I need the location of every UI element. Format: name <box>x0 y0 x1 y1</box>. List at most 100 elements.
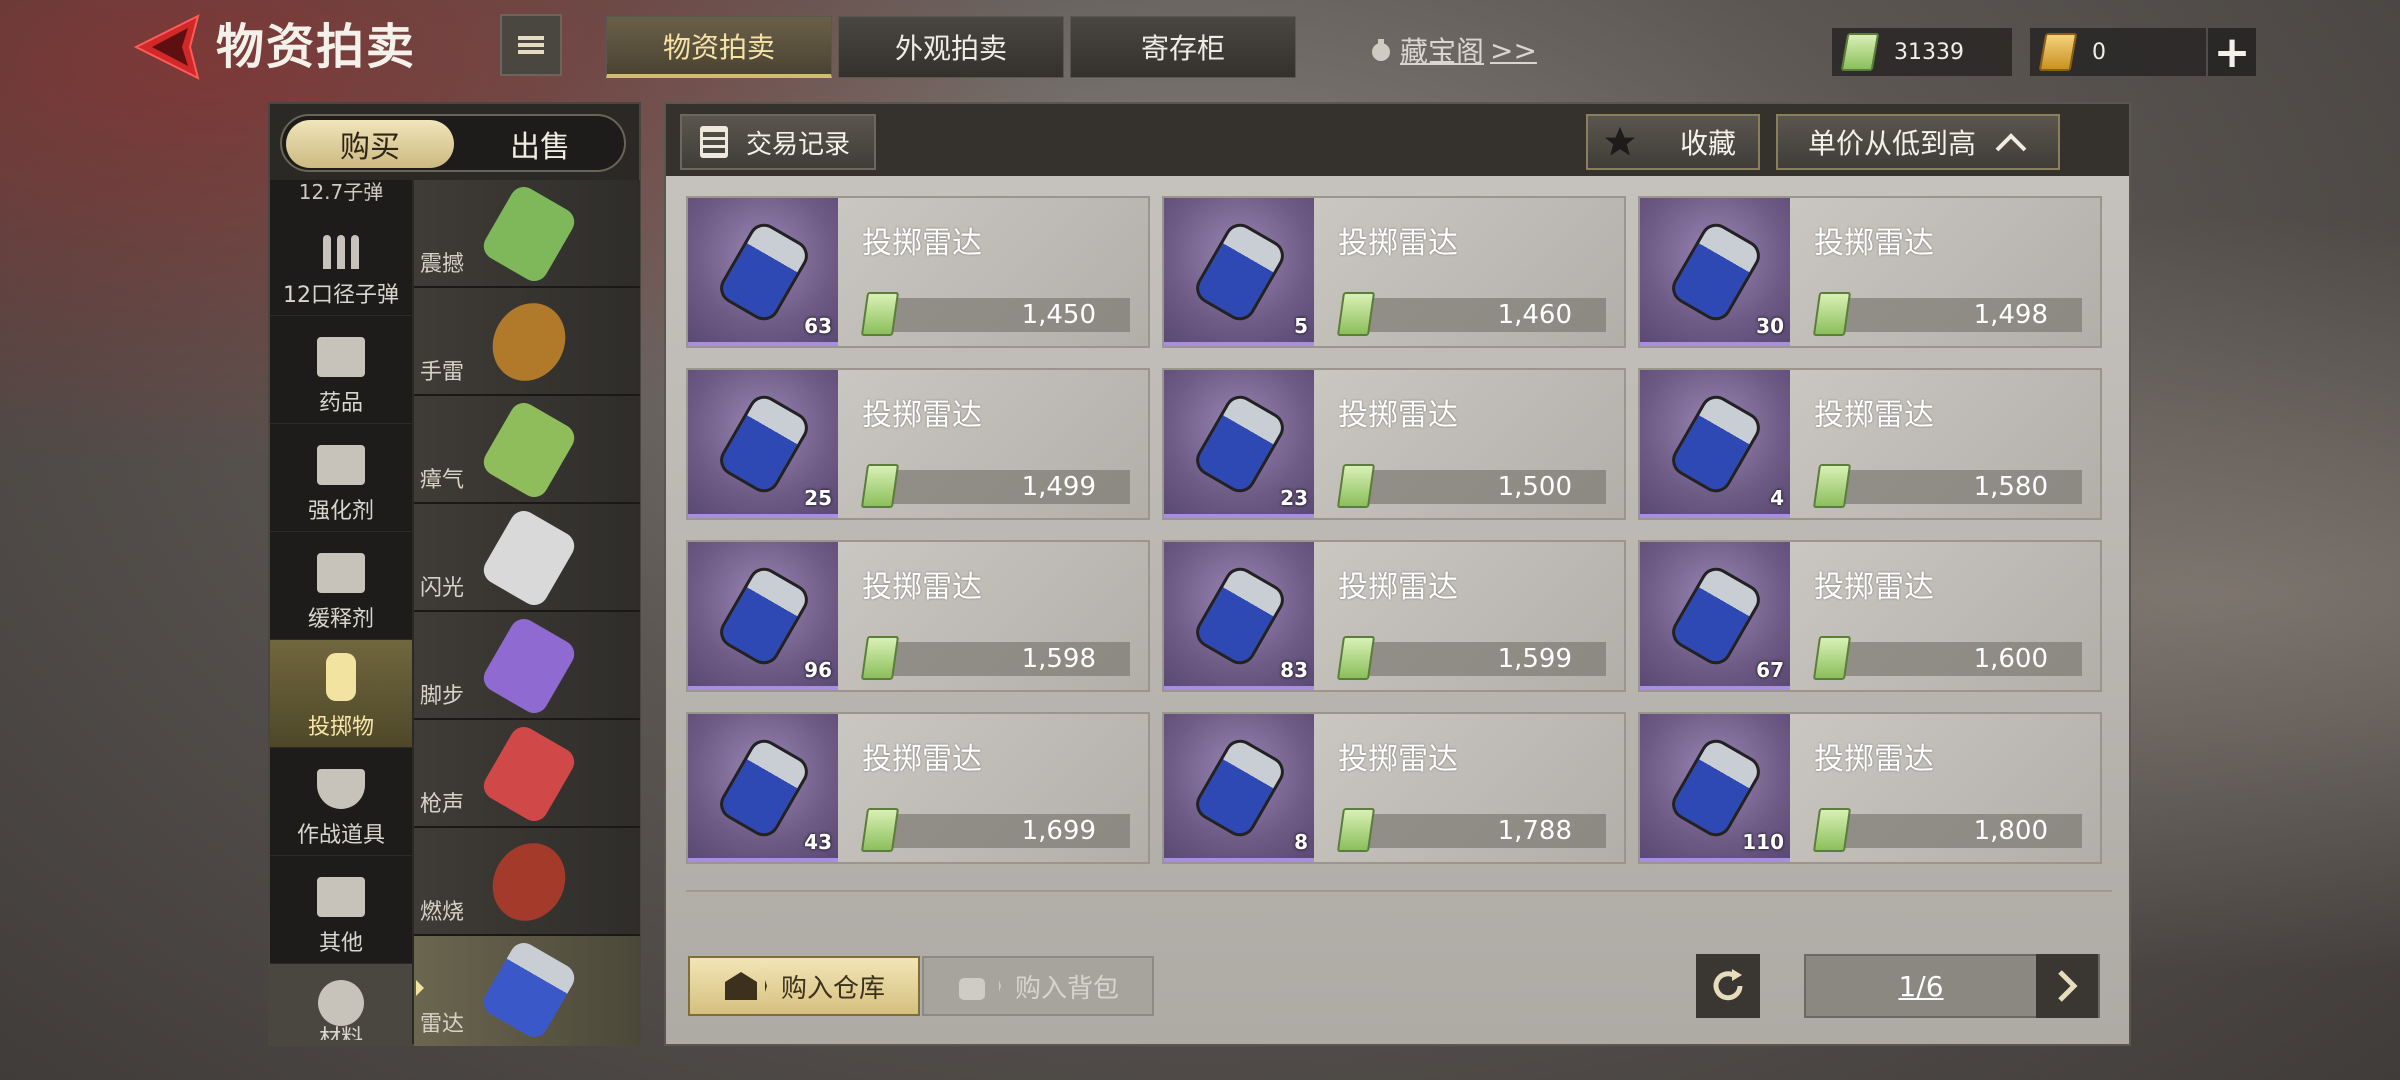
plus-icon: + <box>2213 26 2251 78</box>
double-chevron-icon: >> <box>1490 33 1537 67</box>
radar-grenade-icon <box>714 733 814 843</box>
favorite-button[interactable]: 收藏 <box>1586 114 1760 170</box>
buy-tab[interactable]: 购买 <box>286 120 454 168</box>
radar-grenade-icon <box>714 389 814 499</box>
listing-card[interactable]: 8 投掷雷达 1,788 <box>1162 712 1626 864</box>
item-quantity: 67 <box>1756 658 1784 682</box>
gear-icon <box>318 980 364 1026</box>
subcategory-radar[interactable]: 雷达 <box>414 936 640 1046</box>
listing-card[interactable]: 96 投掷雷达 1,598 <box>686 540 1150 692</box>
item-thumbnail: 63 <box>688 198 838 346</box>
category-materials[interactable]: 材料 <box>270 964 412 1046</box>
subcategory-gunshot[interactable]: 枪声 <box>414 720 640 828</box>
item-quantity: 23 <box>1280 486 1308 510</box>
item-price: 1,599 <box>1497 644 1572 674</box>
category-booster[interactable]: 强化剂 <box>270 424 412 532</box>
radar-grenade-icon <box>1190 561 1290 671</box>
subcategory-label: 震撼 <box>420 252 465 277</box>
item-name: 投掷雷达 <box>862 742 982 777</box>
item-name: 投掷雷达 <box>1338 570 1458 605</box>
item-quantity: 43 <box>804 830 832 854</box>
listing-panel: 交易记录 收藏 单价从低到高 63 投掷雷达 1,450 5 投掷雷达 1,460 30 投掷… <box>664 102 2131 1046</box>
ticket-icon <box>2038 33 2078 71</box>
category-combat-gear[interactable]: 作战道具 <box>270 748 412 856</box>
backpack-icon <box>958 978 1001 1000</box>
refresh-button[interactable] <box>1696 954 1760 1018</box>
category-label: 材料 <box>318 1026 363 1040</box>
radar-grenade-icon <box>478 937 580 1043</box>
category-throwables[interactable]: 投掷物 <box>270 640 412 748</box>
listing-card[interactable]: 67 投掷雷达 1,600 <box>1638 540 2102 692</box>
item-name: 投掷雷达 <box>862 398 982 433</box>
partial-category-label: 12.7子弹 <box>298 180 384 204</box>
category-medicine[interactable]: 药品 <box>270 316 412 424</box>
subcategory-label: 枪声 <box>420 792 465 817</box>
tab-item-auction[interactable]: 物资拍卖 <box>606 16 832 78</box>
buy-sell-toggle: 购买 出售 <box>280 114 626 172</box>
listing-card[interactable]: 4 投掷雷达 1,580 <box>1638 368 2102 520</box>
chevron-right-icon <box>2058 970 2078 1002</box>
next-page-button[interactable] <box>2036 954 2098 1018</box>
listing-toolbar: 交易记录 收藏 单价从低到高 <box>666 104 2129 176</box>
item-price: 1,499 <box>1021 472 1096 502</box>
treasure-pavilion-link[interactable]: 藏宝阁 >> <box>1368 30 1537 70</box>
subcategory-label: 脚步 <box>420 684 465 709</box>
category-12-gauge[interactable]: 12口径子弹 <box>270 208 412 316</box>
listing-card[interactable]: 30 投掷雷达 1,498 <box>1638 196 2102 348</box>
cash-amount: 31339 <box>1894 39 1964 65</box>
item-price: 1,598 <box>1021 644 1096 674</box>
listing-card[interactable]: 5 投掷雷达 1,460 <box>1162 196 1626 348</box>
tab-appearance-auction[interactable]: 外观拍卖 <box>838 16 1064 78</box>
item-price: 1,450 <box>1021 300 1096 330</box>
item-quantity: 110 <box>1742 830 1784 854</box>
subcategory-label: 瘴气 <box>420 468 465 493</box>
buy-to-warehouse-button[interactable]: 购入仓库 <box>688 956 920 1016</box>
item-name: 投掷雷达 <box>1814 742 1934 777</box>
listing-card[interactable]: 23 投掷雷达 1,500 <box>1162 368 1626 520</box>
item-thumbnail: 43 <box>688 714 838 862</box>
subcategory-label: 燃烧 <box>420 900 465 925</box>
subcategory-label: 手雷 <box>420 360 465 385</box>
radar-grenade-icon <box>1190 389 1290 499</box>
buy-warehouse-label: 购入仓库 <box>780 973 885 1004</box>
back-button[interactable] <box>132 14 202 80</box>
sort-dropdown[interactable]: 单价从低到高 <box>1776 114 2060 170</box>
refresh-icon <box>1713 969 1743 1001</box>
item-name: 投掷雷达 <box>1814 398 1934 433</box>
subcategory-flash[interactable]: 闪光 <box>414 504 640 612</box>
treasure-link-label: 藏宝阁 <box>1400 35 1485 68</box>
subcategory-miasma[interactable]: 瘴气 <box>414 396 640 504</box>
cash-icon <box>1336 292 1376 336</box>
radar-grenade-icon <box>1666 389 1766 499</box>
subcategory-incendiary[interactable]: 燃烧 <box>414 828 640 936</box>
buy-to-backpack-button[interactable]: 购入背包 <box>922 956 1154 1016</box>
cash-icon <box>860 808 900 852</box>
trade-record-button[interactable]: 交易记录 <box>680 114 876 170</box>
listing-card[interactable]: 63 投掷雷达 1,450 <box>686 196 1150 348</box>
category-sustained-release[interactable]: 缓释剂 <box>270 532 412 640</box>
divider <box>686 890 2112 892</box>
item-quantity: 5 <box>1294 314 1308 338</box>
menu-button[interactable] <box>500 14 562 76</box>
subcategory-list[interactable]: 震撼 手雷 瘴气 闪光 脚步 枪声 燃烧 雷达 <box>414 180 640 1046</box>
item-price: 1,580 <box>1973 472 2048 502</box>
cash-icon <box>1812 808 1852 852</box>
category-list[interactable]: 12.7子弹 12口径子弹 药品 强化剂 缓释剂 投掷物 作战道具 其他 材料 <box>270 180 412 1046</box>
category-other[interactable]: 其他 <box>270 856 412 964</box>
sell-tab[interactable]: 出售 <box>456 120 624 168</box>
listing-card[interactable]: 110 投掷雷达 1,800 <box>1638 712 2102 864</box>
listing-card[interactable]: 25 投掷雷达 1,499 <box>686 368 1150 520</box>
medkit-icon <box>317 337 365 377</box>
subcategory-footsteps[interactable]: 脚步 <box>414 612 640 720</box>
item-thumbnail: 83 <box>1164 542 1314 690</box>
item-thumbnail: 25 <box>688 370 838 518</box>
listing-card[interactable]: 83 投掷雷达 1,599 <box>1162 540 1626 692</box>
subcategory-label: 雷达 <box>420 1012 465 1037</box>
subcategory-shock[interactable]: 震撼 <box>414 180 640 288</box>
item-price: 1,788 <box>1497 816 1572 846</box>
subcategory-grenade[interactable]: 手雷 <box>414 288 640 396</box>
listing-card[interactable]: 43 投掷雷达 1,699 <box>686 712 1150 864</box>
add-currency-button[interactable]: + <box>2208 26 2256 78</box>
booster-icon <box>317 445 365 485</box>
tab-storage-locker[interactable]: 寄存柜 <box>1070 16 1296 78</box>
